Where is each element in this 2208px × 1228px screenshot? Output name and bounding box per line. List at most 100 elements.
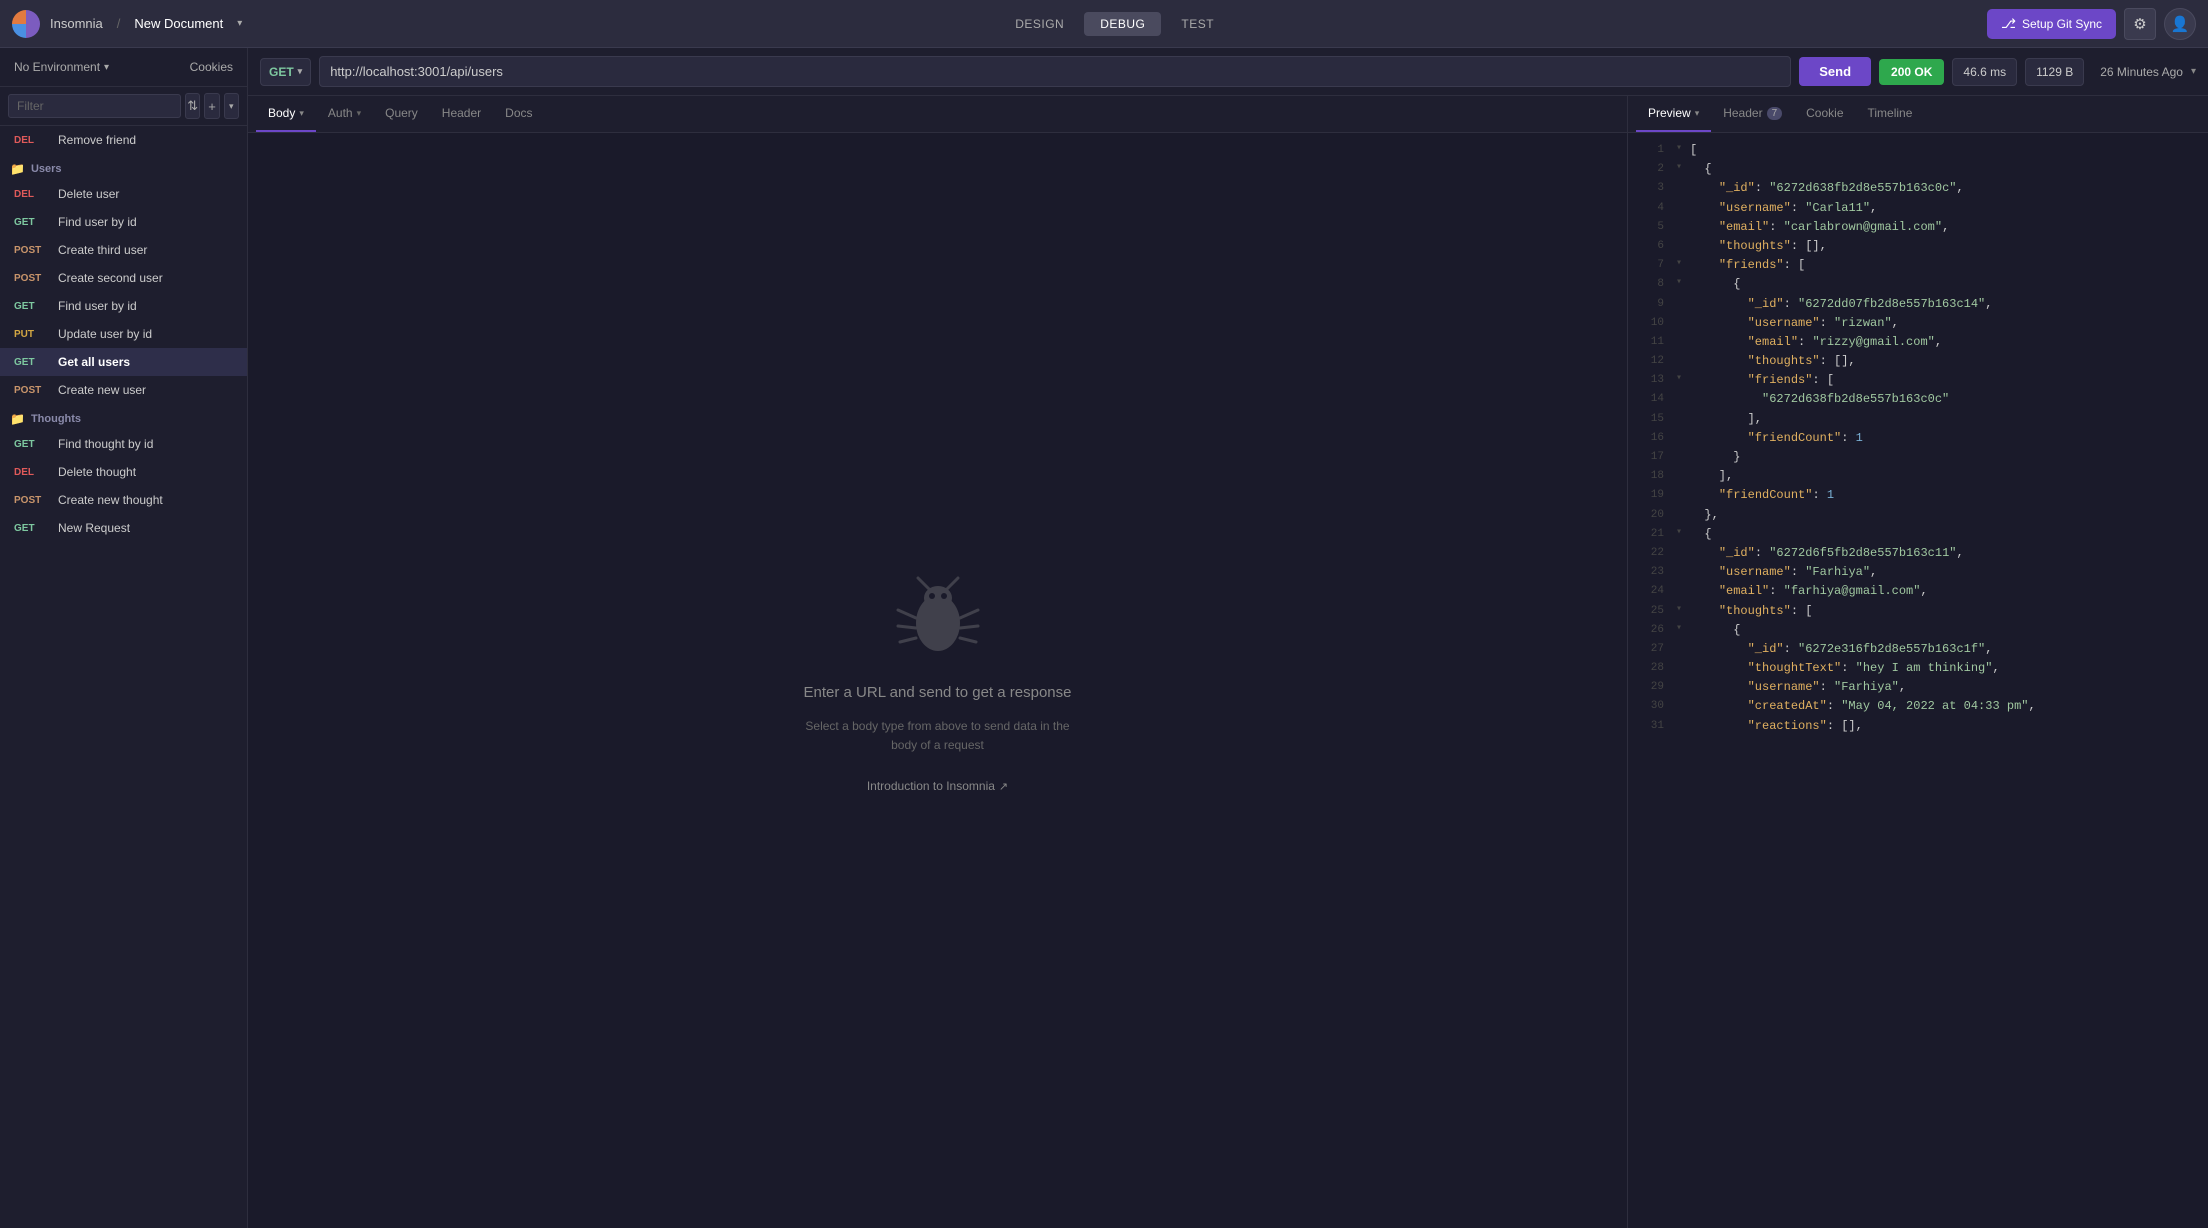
env-chevron-icon: ▾ (104, 62, 109, 73)
send-button[interactable]: Send (1799, 57, 1871, 86)
sidebar-item-find-thought[interactable]: GET Find thought by id (0, 430, 247, 458)
code-line: 9 "_id": "6272dd07fb2d8e557b163c14", (1628, 295, 2208, 314)
line-number: 8 (1636, 275, 1664, 294)
sidebar-item-new-request[interactable]: GET New Request (0, 514, 247, 542)
line-number: 2 (1636, 160, 1664, 179)
sidebar-item-remove-friend[interactable]: DEL Remove friend (0, 126, 247, 154)
code-line: 18 ], (1628, 467, 2208, 486)
method-chevron-icon: ▾ (298, 66, 303, 77)
settings-button[interactable]: ⚙ (2124, 8, 2156, 40)
line-number: 25 (1636, 602, 1664, 621)
line-content: [ (1690, 141, 1697, 160)
line-toggle[interactable]: ▾ (1676, 371, 1686, 387)
tab-query[interactable]: Query (373, 96, 430, 132)
line-toggle[interactable]: ▾ (1676, 160, 1686, 176)
line-toggle[interactable]: ▾ (1676, 141, 1686, 157)
tab-design[interactable]: DESIGN (999, 12, 1080, 36)
code-line: 4 "username": "Carla11", (1628, 199, 2208, 218)
line-toggle[interactable]: ▾ (1676, 602, 1686, 618)
tab-auth[interactable]: Auth ▾ (316, 96, 373, 132)
user-button[interactable]: 👤 (2164, 8, 2196, 40)
tab-response-header[interactable]: Header 7 (1711, 96, 1794, 132)
sort-button[interactable]: ⇅ (185, 93, 200, 119)
line-content: "friends": [ (1690, 256, 1805, 275)
sidebar-item-get-all-users[interactable]: GET Get all users (0, 348, 247, 376)
add-dropdown-button[interactable]: ▾ (224, 93, 239, 119)
app-logo (12, 10, 40, 38)
method-badge: POST (14, 245, 50, 256)
line-content: "email": "carlabrown@gmail.com", (1690, 218, 1949, 237)
sidebar-item-delete-user[interactable]: DEL Delete user (0, 180, 247, 208)
tab-header[interactable]: Header (430, 96, 493, 132)
topbar-tabs: DESIGN DEBUG TEST (252, 12, 1977, 36)
tab-timeline-label: Timeline (1868, 106, 1913, 120)
line-number: 7 (1636, 256, 1664, 275)
line-number: 6 (1636, 237, 1664, 256)
line-toggle[interactable]: ▾ (1676, 275, 1686, 291)
code-line: 13▾ "friends": [ (1628, 371, 2208, 390)
section-label: Users (31, 163, 62, 175)
sidebar-item-find-user-1[interactable]: GET Find user by id (0, 208, 247, 236)
line-toggle[interactable]: ▾ (1676, 256, 1686, 272)
tab-body[interactable]: Body ▾ (256, 96, 316, 132)
method-select[interactable]: GET ▾ (260, 58, 311, 86)
code-line: 1 ▾[ (1628, 141, 2208, 160)
tab-auth-chevron-icon: ▾ (357, 108, 362, 119)
timestamp-badge: 26 Minutes Ago (2100, 65, 2183, 79)
git-sync-button[interactable]: ⎇ Setup Git Sync (1987, 9, 2116, 39)
sidebar-env-row: No Environment ▾ Cookies (0, 48, 247, 87)
method-badge: POST (14, 495, 50, 506)
code-line: 25▾ "thoughts": [ (1628, 602, 2208, 621)
code-line: 29 "username": "Farhiya", (1628, 678, 2208, 697)
sidebar-item-create-second-user[interactable]: POST Create second user (0, 264, 247, 292)
item-label: Create new thought (58, 493, 163, 507)
code-line: 27 "_id": "6272e316fb2d8e557b163c1f", (1628, 640, 2208, 659)
sidebar-item-create-new-user[interactable]: POST Create new user (0, 376, 247, 404)
tab-cookie-label: Cookie (1806, 106, 1843, 120)
cookies-button[interactable]: Cookies (184, 56, 239, 78)
line-toggle[interactable]: ▾ (1676, 525, 1686, 541)
tab-timeline[interactable]: Timeline (1856, 96, 1925, 132)
tab-test[interactable]: TEST (1165, 12, 1230, 36)
intro-link[interactable]: Introduction to Insomnia ↗ (867, 779, 1008, 793)
sidebar-item-update-user[interactable]: PUT Update user by id (0, 320, 247, 348)
split-area: Body ▾ Auth ▾ Query Header Docs (248, 96, 2208, 1228)
intro-link-label: Introduction to Insomnia (867, 779, 995, 793)
section-header-thoughts[interactable]: 📁 Thoughts (0, 404, 247, 430)
add-request-button[interactable]: + (204, 93, 219, 119)
item-label: Find user by id (58, 215, 137, 229)
code-line: 7 ▾ "friends": [ (1628, 256, 2208, 275)
sidebar-item-create-third-user[interactable]: POST Create third user (0, 236, 247, 264)
line-number: 1 (1636, 141, 1664, 160)
filter-input[interactable] (8, 94, 181, 118)
tab-debug[interactable]: DEBUG (1084, 12, 1161, 36)
doc-name[interactable]: New Document (134, 16, 223, 31)
code-view[interactable]: 1▾[2▾ {3 "_id": "6272d638fb2d8e557b163c0… (1628, 133, 2208, 1228)
tab-cookie[interactable]: Cookie (1794, 96, 1855, 132)
line-toggle[interactable]: ▾ (1676, 621, 1686, 637)
tab-auth-label: Auth (328, 106, 353, 120)
folder-icon: 📁 (10, 162, 25, 176)
tab-body-label: Body (268, 106, 295, 120)
sidebar-item-create-thought[interactable]: POST Create new thought (0, 486, 247, 514)
tab-docs[interactable]: Docs (493, 96, 544, 132)
line-content: "email": "farhiya@gmail.com", (1690, 582, 1928, 601)
item-label: Find user by id (58, 299, 137, 313)
git-icon: ⎇ (2001, 16, 2016, 32)
line-content: "6272d638fb2d8e557b163c0c" (1690, 390, 1949, 409)
sidebar-item-delete-thought[interactable]: DEL Delete thought (0, 458, 247, 486)
section-header-users[interactable]: 📁 Users (0, 154, 247, 180)
line-number: 12 (1636, 352, 1664, 371)
line-number: 15 (1636, 410, 1664, 429)
env-selector[interactable]: No Environment ▾ (8, 56, 115, 78)
request-tabs: Body ▾ Auth ▾ Query Header Docs (248, 96, 1627, 133)
code-line: 17 } (1628, 448, 2208, 467)
doc-chevron-icon[interactable]: ▾ (237, 18, 242, 29)
code-line: 10 "username": "rizwan", (1628, 314, 2208, 333)
code-line: 20 }, (1628, 506, 2208, 525)
response-tabs: Preview ▾ Header 7 Cookie Timeline (1628, 96, 2208, 133)
url-input[interactable] (319, 56, 1791, 87)
tab-preview[interactable]: Preview ▾ (1636, 96, 1711, 132)
sidebar-item-find-user-2[interactable]: GET Find user by id (0, 292, 247, 320)
external-link-icon: ↗ (999, 780, 1008, 793)
